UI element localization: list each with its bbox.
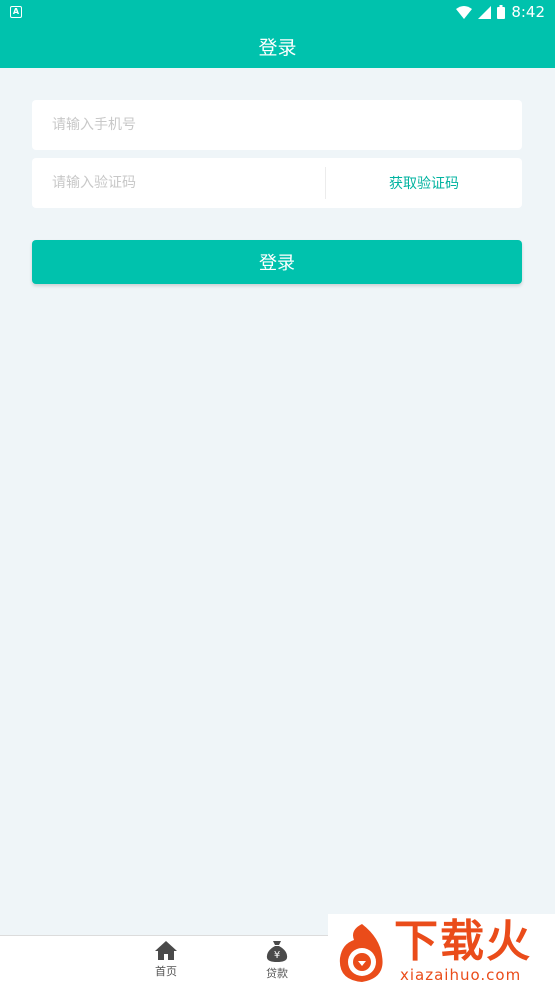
notification-icon: A [10, 6, 22, 18]
page-title: 登录 [258, 36, 297, 59]
watermark: 下载火 xiazaihuo.com [328, 914, 555, 988]
wifi-icon [456, 5, 473, 19]
tab-home-label: 首页 [155, 965, 177, 978]
login-button[interactable]: 登录 [32, 240, 522, 284]
flame-logo-icon [339, 924, 383, 982]
home-icon [155, 941, 177, 960]
status-icons: 8:42 [456, 3, 545, 21]
signal-icon [478, 5, 492, 19]
app-header: 登录 [0, 24, 555, 68]
code-field-card: 获取验证码 [32, 158, 522, 208]
status-bar: A 8:42 [0, 0, 555, 24]
watermark-url: xiazaihuo.com [400, 966, 522, 984]
svg-text:¥: ¥ [274, 950, 280, 961]
battery-icon [497, 5, 506, 19]
tab-loan[interactable]: ¥ 贷款 [247, 940, 307, 986]
money-bag-icon: ¥ [266, 941, 288, 962]
get-code-button[interactable]: 获取验证码 [326, 173, 522, 193]
tab-home[interactable]: 首页 [136, 940, 196, 986]
phone-field-card [32, 100, 522, 150]
status-time: 8:42 [511, 3, 545, 21]
phone-input[interactable] [32, 100, 522, 150]
tab-loan-label: 贷款 [266, 967, 288, 980]
code-input[interactable] [32, 158, 325, 208]
watermark-brand: 下载火 [394, 916, 532, 967]
